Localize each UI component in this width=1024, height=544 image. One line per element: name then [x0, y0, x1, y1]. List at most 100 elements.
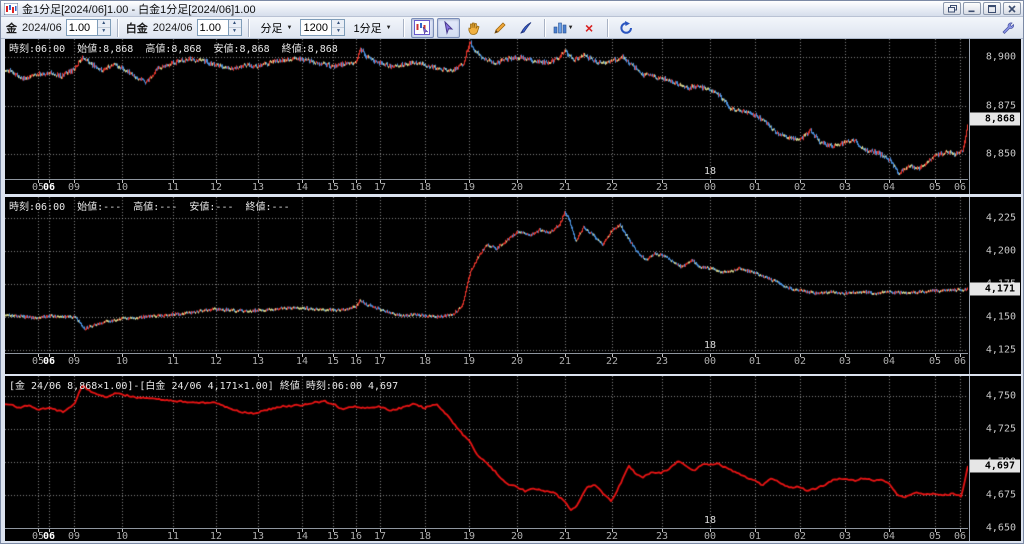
- x-axis-label: 10: [115, 531, 129, 541]
- x-axis-label: 11: [166, 182, 180, 193]
- spread-x-axis: 05 06 09 10 11 12 13 14 15 16 17 18 19 20 21 22 23 00 01 02…: [5, 528, 968, 541]
- platinum-current-price-box: 4,171: [970, 282, 1020, 296]
- x-axis-label: 05: [928, 531, 942, 541]
- x-axis-label: 11: [166, 356, 180, 367]
- x-axis-label: 12: [209, 182, 223, 193]
- x-axis-label: 09: [67, 182, 81, 193]
- gold-y-axis: 8,900 8,875 8,850 8,868: [969, 39, 1021, 194]
- toolbar-separator: [402, 18, 405, 37]
- gold-current-price-box: 8,868: [970, 112, 1020, 126]
- x-axis-label: 10: [115, 182, 129, 193]
- platinum-month: 2024/06: [152, 21, 193, 34]
- x-axis-label: 05: [928, 356, 942, 367]
- platinum-multiplier-input[interactable]: [197, 20, 228, 35]
- spin-down-icon[interactable]: ▼: [332, 28, 344, 35]
- x-axis-label: 06: [42, 182, 56, 193]
- x-axis-label: 05: [928, 182, 942, 193]
- gold-multiplier-spinner: ▲▼: [65, 19, 111, 36]
- toolbar-separator: [543, 18, 546, 37]
- select-tool-button[interactable]: [436, 17, 460, 38]
- clear-delete-button[interactable]: ×: [578, 18, 601, 38]
- spin-up-icon[interactable]: ▲: [97, 20, 110, 28]
- x-axis-label: 04: [882, 182, 896, 193]
- close-icon: [1008, 4, 1016, 13]
- bar-count-spinner: ▲▼: [300, 19, 346, 36]
- x-axis-label: 22: [605, 531, 619, 541]
- x-axis-label: 00: [703, 182, 717, 193]
- pencil-icon: [494, 21, 506, 34]
- y-axis-label: 4,725: [985, 423, 1016, 435]
- chart-panel-gold: 時刻:06:00 始値:8,868 高値:8,868 安値:8,868 終値:8…: [5, 39, 1021, 194]
- platinum-chart-canvas[interactable]: [5, 197, 968, 353]
- x-axis-label: 23: [655, 182, 669, 193]
- y-axis-label: 8,875: [985, 100, 1016, 112]
- pen-draw-button[interactable]: [515, 18, 538, 38]
- x-axis-label: 19: [462, 182, 476, 193]
- toolbar-separator: [116, 18, 119, 37]
- caret-down-icon: ▼: [385, 24, 392, 31]
- caret-down-icon: ▼: [286, 24, 293, 31]
- float-window-button[interactable]: [943, 2, 961, 15]
- spin-up-icon[interactable]: ▲: [332, 20, 345, 28]
- x-axis-label: 06: [953, 356, 967, 367]
- x-axis-label: 17: [373, 531, 387, 541]
- hand-pan-icon: [468, 22, 480, 35]
- y-axis-label: 4,125: [985, 344, 1016, 356]
- minimize-button[interactable]: [963, 2, 981, 15]
- period-type-dropdown[interactable]: 分足 ▼: [256, 18, 298, 38]
- title-bar[interactable]: 金1分足[2024/06]1.00 - 白金1分足[2024/06]1.00: [1, 1, 1023, 17]
- chart-cursor-mode-button[interactable]: [410, 17, 434, 38]
- x-axis-label: 00: [703, 356, 717, 367]
- x-axis-label: 11: [166, 531, 180, 541]
- x-axis-label: 03: [838, 531, 852, 541]
- gold-x-axis: 05 06 09 10 11 12 13 14 15 16 17 18 19 20 21 22 23 00 01 02…: [5, 179, 968, 194]
- maximize-icon: [988, 4, 996, 13]
- platinum-info-line: 時刻:06:00 始値:--- 高値:--- 安値:--- 終値:---: [9, 202, 290, 213]
- chart-panel-platinum: 時刻:06:00 始値:--- 高値:--- 安値:--- 終値:--- 4,22…: [5, 197, 1021, 374]
- y-axis-label: 4,150: [985, 311, 1016, 323]
- spread-current-price-box: 4,697: [970, 459, 1020, 473]
- x-axis-label: 15: [326, 182, 340, 193]
- y-axis-label: 4,650: [985, 522, 1016, 534]
- x-axis-label: 06: [42, 356, 56, 367]
- x-axis-label: 21: [558, 356, 572, 367]
- maximize-button[interactable]: [983, 2, 1001, 15]
- gold-multiplier-input[interactable]: [66, 20, 97, 35]
- x-axis-label: 19: [462, 356, 476, 367]
- hand-pan-button[interactable]: [463, 18, 486, 38]
- settings-wrench-button[interactable]: [996, 18, 1019, 38]
- y-axis-label: 4,225: [985, 212, 1016, 224]
- bar-count-input[interactable]: [301, 20, 332, 35]
- platinum-multiplier-spin-buttons[interactable]: ▲ ▼: [227, 20, 241, 35]
- minimize-icon: [968, 10, 975, 12]
- bar-count-spin-buttons[interactable]: ▲ ▼: [331, 20, 345, 35]
- spin-up-icon[interactable]: ▲: [228, 20, 241, 28]
- refresh-button[interactable]: [615, 18, 638, 38]
- x-axis-label: 00: [703, 531, 717, 541]
- indicator-dropdown-button[interactable]: ▼: [552, 18, 575, 38]
- y-axis-label: 4,675: [985, 489, 1016, 501]
- x-axis-label: 02: [793, 531, 807, 541]
- period-dropdown[interactable]: 1分足 ▼: [348, 18, 396, 38]
- window-controls: [943, 2, 1021, 15]
- platinum-label: 白金: [125, 22, 148, 35]
- chart-panel-spread: [金 24/06 8,868×1.00]-[白金 24/06 4,171×1.0…: [5, 376, 1021, 541]
- gold-chart-canvas[interactable]: [5, 39, 968, 179]
- spread-y-axis: 4,7504,7254,7004,6754,6504,697: [969, 376, 1021, 541]
- x-axis-label: 15: [326, 531, 340, 541]
- close-button[interactable]: [1003, 2, 1021, 15]
- date-change-marker: 18: [703, 166, 717, 177]
- x-axis-label: 04: [882, 531, 896, 541]
- spin-down-icon[interactable]: ▼: [229, 28, 241, 35]
- spread-chart-canvas[interactable]: [5, 376, 968, 528]
- app-window: 金1分足[2024/06]1.00 - 白金1分足[2024/06]1.00 金…: [0, 0, 1024, 544]
- x-axis-label: 06: [42, 531, 56, 541]
- x-axis-label: 16: [349, 182, 363, 193]
- x-axis-label: 01: [748, 356, 762, 367]
- gold-multiplier-spin-buttons[interactable]: ▲ ▼: [96, 20, 110, 35]
- spin-down-icon[interactable]: ▼: [98, 28, 110, 35]
- y-axis-label: 8,900: [985, 51, 1016, 63]
- select-arrow-icon: [443, 20, 453, 35]
- x-axis-label: 19: [462, 531, 476, 541]
- pencil-draw-button[interactable]: [489, 18, 512, 38]
